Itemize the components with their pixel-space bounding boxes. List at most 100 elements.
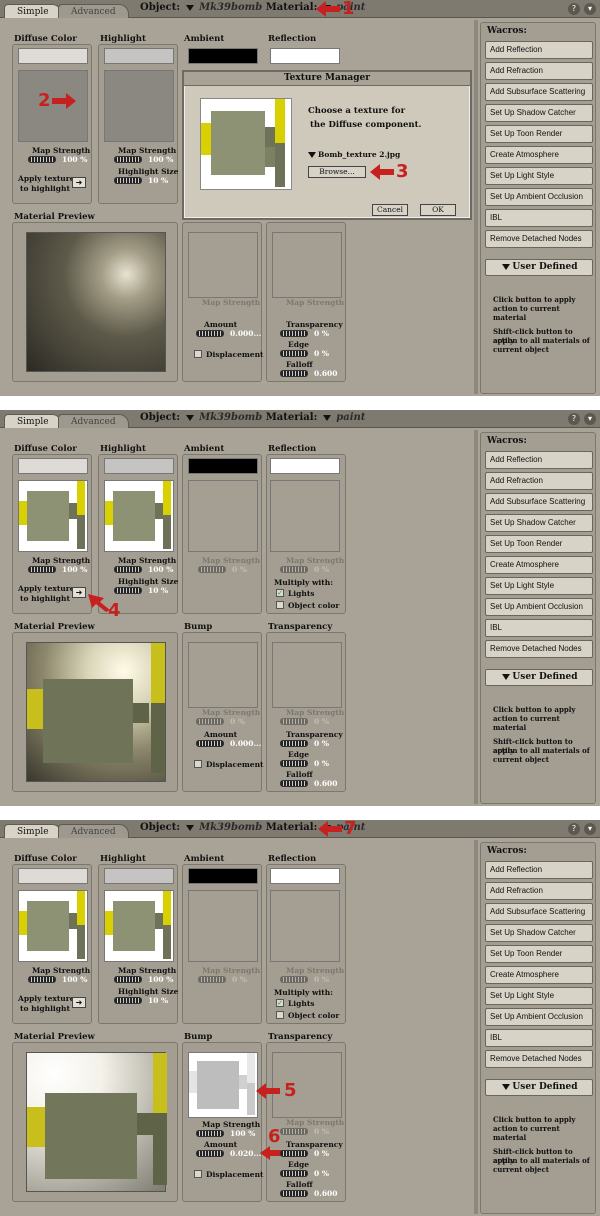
- wacro-ibl[interactable]: IBL: [485, 619, 593, 637]
- wacro-add-sss[interactable]: Add Subsurface Scattering: [485, 83, 593, 101]
- object-dropdown-icon[interactable]: [185, 414, 194, 421]
- help-icon[interactable]: ?: [568, 3, 580, 15]
- panel-splitter[interactable]: [474, 840, 478, 1214]
- ambient-color-swatch[interactable]: [188, 868, 258, 884]
- transparency-map-strength-dial[interactable]: [280, 1128, 308, 1135]
- reflection-map-strength-dial[interactable]: [280, 976, 308, 983]
- highlight-size-dial[interactable]: [114, 997, 142, 1004]
- highlight-color-swatch[interactable]: [104, 48, 174, 64]
- bump-texture-slot[interactable]: [188, 1052, 258, 1118]
- reflection-texture-slot[interactable]: [270, 890, 340, 962]
- transparency-dial[interactable]: [280, 740, 308, 747]
- diffuse-map-strength-dial[interactable]: [28, 976, 56, 983]
- falloff-dial[interactable]: [280, 780, 308, 787]
- wacro-remove-detached[interactable]: Remove Detached Nodes: [485, 640, 593, 658]
- apply-texture-button[interactable]: ➜: [72, 997, 86, 1008]
- highlight-texture-slot[interactable]: [104, 480, 174, 552]
- bump-map-strength-dial[interactable]: [196, 718, 224, 725]
- wacro-toon-render[interactable]: Set Up Toon Render: [485, 535, 593, 553]
- file-dropdown-icon[interactable]: [308, 152, 316, 158]
- wacro-ambient-occlusion[interactable]: Set Up Ambient Occlusion: [485, 1008, 593, 1026]
- reflection-color-swatch[interactable]: [270, 868, 340, 884]
- selected-file[interactable]: Bomb_texture 2.jpg: [318, 150, 400, 159]
- wacro-shadow-catcher[interactable]: Set Up Shadow Catcher: [485, 514, 593, 532]
- displacement-checkbox[interactable]: [194, 1170, 202, 1178]
- transparency-texture-slot[interactable]: [272, 1052, 342, 1118]
- wacro-light-style[interactable]: Set Up Light Style: [485, 987, 593, 1005]
- diffuse-texture-slot[interactable]: [18, 480, 88, 552]
- cancel-button[interactable]: Cancel: [372, 204, 408, 216]
- wacro-add-refraction[interactable]: Add Refraction: [485, 882, 593, 900]
- user-defined-dropdown[interactable]: User Defined: [485, 1079, 593, 1096]
- edge-dial[interactable]: [280, 350, 308, 357]
- wacro-create-atmosphere[interactable]: Create Atmosphere: [485, 966, 593, 984]
- ambient-color-swatch[interactable]: [188, 458, 258, 474]
- wacro-light-style[interactable]: Set Up Light Style: [485, 577, 593, 595]
- wacro-add-refraction[interactable]: Add Refraction: [485, 472, 593, 490]
- highlight-size-dial[interactable]: [114, 177, 142, 184]
- wacro-shadow-catcher[interactable]: Set Up Shadow Catcher: [485, 924, 593, 942]
- browse-button[interactable]: Browse...: [308, 166, 366, 178]
- transparency-texture-slot[interactable]: [272, 642, 342, 708]
- bump-amount-dial[interactable]: [196, 1150, 224, 1157]
- tab-advanced[interactable]: Advanced: [58, 824, 129, 838]
- object-dropdown-icon[interactable]: [185, 4, 194, 11]
- highlight-color-swatch[interactable]: [104, 458, 174, 474]
- diffuse-map-strength-dial[interactable]: [28, 566, 56, 573]
- transparency-map-strength-dial[interactable]: [280, 718, 308, 725]
- highlight-color-swatch[interactable]: [104, 868, 174, 884]
- highlight-map-strength-dial[interactable]: [114, 566, 142, 573]
- wacro-add-sss[interactable]: Add Subsurface Scattering: [485, 493, 593, 511]
- ambient-map-strength-dial[interactable]: [198, 566, 226, 573]
- panel-splitter[interactable]: [474, 430, 478, 804]
- reflection-color-swatch[interactable]: [270, 48, 340, 64]
- wacro-toon-render[interactable]: Set Up Toon Render: [485, 945, 593, 963]
- falloff-dial[interactable]: [280, 370, 308, 377]
- wacro-toon-render[interactable]: Set Up Toon Render: [485, 125, 593, 143]
- ambient-texture-slot[interactable]: [188, 480, 258, 552]
- edge-dial[interactable]: [280, 1170, 308, 1177]
- reflection-color-swatch[interactable]: [270, 458, 340, 474]
- ambient-map-strength-dial[interactable]: [198, 976, 226, 983]
- ok-button[interactable]: OK: [420, 204, 456, 216]
- help-icon[interactable]: ?: [568, 413, 580, 425]
- displacement-checkbox[interactable]: [194, 350, 202, 358]
- object-value[interactable]: Mk39bomb: [199, 2, 262, 13]
- object-value[interactable]: Mk39bomb: [199, 822, 262, 833]
- lights-checkbox[interactable]: ✓: [276, 589, 284, 597]
- wacro-create-atmosphere[interactable]: Create Atmosphere: [485, 556, 593, 574]
- apply-texture-button[interactable]: ➜: [72, 587, 86, 598]
- bump-amount-dial[interactable]: [196, 740, 224, 747]
- wacro-shadow-catcher[interactable]: Set Up Shadow Catcher: [485, 104, 593, 122]
- panel-splitter[interactable]: [474, 20, 478, 394]
- object-color-checkbox[interactable]: [276, 1011, 284, 1019]
- tab-simple[interactable]: Simple: [4, 4, 62, 18]
- wacro-ibl[interactable]: IBL: [485, 209, 593, 227]
- wacro-remove-detached[interactable]: Remove Detached Nodes: [485, 1050, 593, 1068]
- falloff-dial[interactable]: [280, 1190, 308, 1197]
- reflection-texture-slot[interactable]: [270, 480, 340, 552]
- lights-checkbox[interactable]: ✓: [276, 999, 284, 1007]
- options-icon[interactable]: ▾: [584, 3, 596, 15]
- bump-texture-slot[interactable]: [188, 642, 258, 708]
- wacro-light-style[interactable]: Set Up Light Style: [485, 167, 593, 185]
- displacement-checkbox[interactable]: [194, 760, 202, 768]
- ambient-texture-slot[interactable]: [188, 890, 258, 962]
- bump-map-strength-dial[interactable]: [196, 1130, 224, 1137]
- diffuse-color-swatch[interactable]: [18, 458, 88, 474]
- highlight-size-dial[interactable]: [114, 587, 142, 594]
- options-icon[interactable]: ▾: [584, 413, 596, 425]
- edge-dial[interactable]: [280, 760, 308, 767]
- wacro-add-reflection[interactable]: Add Reflection: [485, 861, 593, 879]
- highlight-map-strength-dial[interactable]: [114, 976, 142, 983]
- diffuse-map-strength-dial[interactable]: [28, 156, 56, 163]
- user-defined-dropdown[interactable]: User Defined: [485, 259, 593, 276]
- wacro-create-atmosphere[interactable]: Create Atmosphere: [485, 146, 593, 164]
- wacro-add-reflection[interactable]: Add Reflection: [485, 41, 593, 59]
- user-defined-dropdown[interactable]: User Defined: [485, 669, 593, 686]
- apply-texture-button[interactable]: ➜: [72, 177, 86, 188]
- wacro-ambient-occlusion[interactable]: Set Up Ambient Occlusion: [485, 188, 593, 206]
- tab-advanced[interactable]: Advanced: [58, 4, 129, 18]
- object-color-checkbox[interactable]: [276, 601, 284, 609]
- ambient-color-swatch[interactable]: [188, 48, 258, 64]
